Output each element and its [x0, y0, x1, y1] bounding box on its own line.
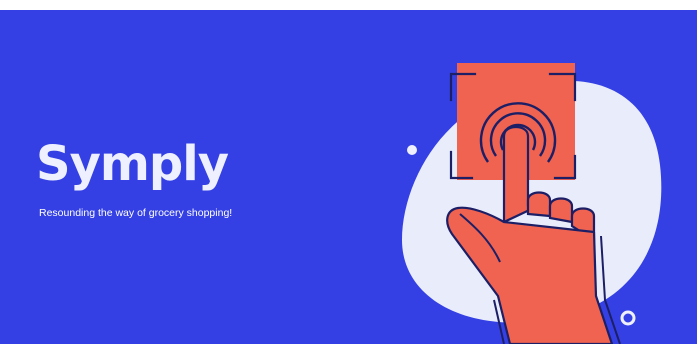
brand-title: Symply — [36, 136, 229, 192]
decoration-ring-icon — [620, 310, 636, 326]
hero-banner: Symply Resounding the way of grocery sho… — [0, 10, 697, 344]
brand-tagline: Resounding the way of grocery shopping! — [39, 207, 233, 219]
page-frame: Symply Resounding the way of grocery sho… — [0, 0, 697, 344]
decoration-dot-icon — [407, 145, 417, 155]
touch-scan-hand-icon — [402, 63, 662, 344]
